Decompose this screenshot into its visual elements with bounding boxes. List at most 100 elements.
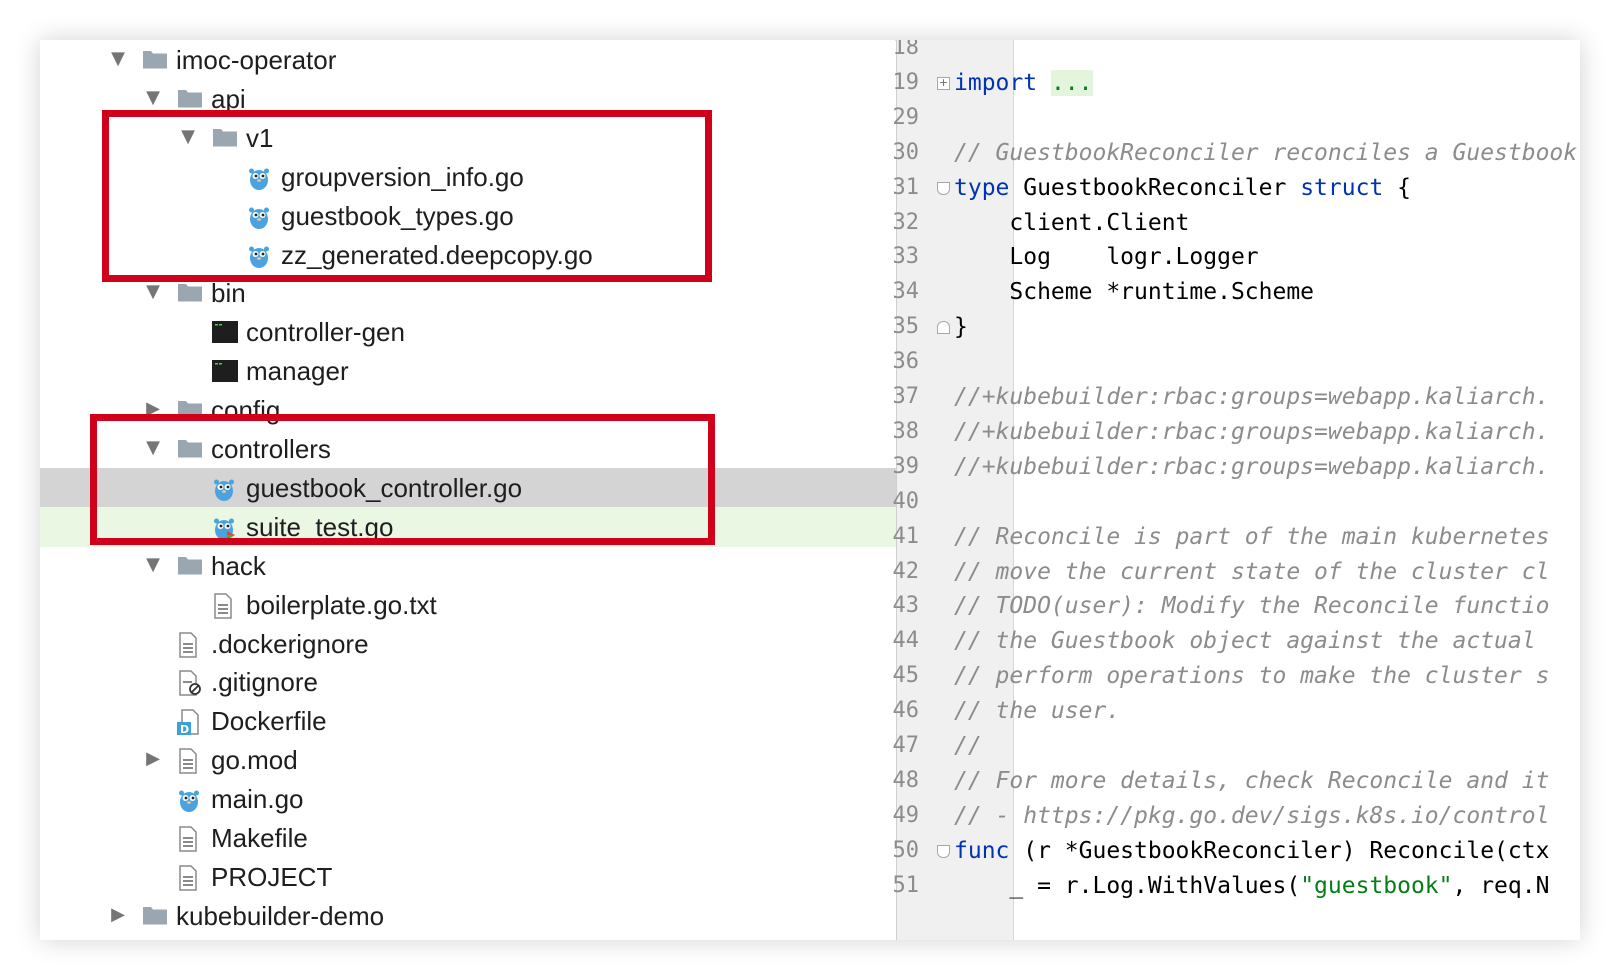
chevron-down-icon[interactable]: ▼: [143, 554, 163, 576]
fold-expand-icon[interactable]: +: [937, 76, 950, 90]
tree-item-label: kubebuilder-demo: [176, 900, 385, 931]
code-token: client.Client: [954, 209, 1190, 236]
tree-item-hack[interactable]: ▼ hack: [40, 546, 896, 586]
highlight-box-controllers: [90, 414, 715, 545]
code-token: // TODO(user): Modify the Reconcile func…: [954, 593, 1550, 620]
tree-item-label: Dockerfile: [211, 706, 327, 737]
text-file-icon: [177, 748, 203, 774]
fold-collapse-icon[interactable]: [937, 181, 950, 195]
tree-item-dockerfile[interactable]: D Dockerfile: [40, 701, 896, 741]
chevron-down-icon[interactable]: ▼: [143, 281, 163, 303]
svg-text:D: D: [180, 723, 189, 735]
code-line: // TODO(user): Modify the Reconcile func…: [954, 588, 1549, 624]
code-token: //+kubebuilder:rbac:groups=webapp.kaliar…: [954, 453, 1550, 480]
tree-item-kubebuilder-demo[interactable]: ▶ kubebuilder-demo: [40, 896, 896, 936]
tree-item-manager[interactable]: manager: [40, 351, 896, 391]
code-token: // Reconcile is part of the main kuberne…: [954, 523, 1550, 550]
code-token: struct: [1300, 174, 1384, 201]
code-token: // GuestbookReconciler reconciles a Gues…: [954, 139, 1578, 166]
code-line: // Reconcile is part of the main kuberne…: [954, 519, 1549, 555]
tree-item-go-mod[interactable]: ▶ go.mod: [40, 740, 896, 780]
text-file-icon: [177, 865, 203, 891]
text-file-icon: [177, 826, 203, 852]
code-token: import: [954, 69, 1038, 96]
tree-item-label: manager: [246, 356, 349, 387]
code-line: func (r *GuestbookReconciler) Reconcile(…: [954, 833, 1549, 869]
chevron-down-icon[interactable]: ▼: [143, 87, 163, 109]
code-token: ...: [1050, 69, 1093, 96]
tree-item-label: PROJECT: [211, 861, 333, 892]
gopher-icon: [177, 787, 203, 813]
line-number: 32: [892, 209, 920, 235]
code-line: // - https://pkg.go.dev/sigs.k8s.io/cont…: [954, 798, 1549, 834]
code-token: //+kubebuilder:rbac:groups=webapp.kaliar…: [954, 384, 1550, 410]
code-token: type: [954, 174, 1010, 201]
line-number: 39: [892, 453, 920, 479]
folder-icon: [142, 904, 168, 928]
tree-item-boilerplate-go-txt[interactable]: boilerplate.go.txt: [40, 585, 896, 625]
code-line: //: [954, 728, 982, 764]
code-token: {: [1383, 174, 1411, 201]
code-line: type GuestbookReconciler struct {: [954, 170, 1411, 206]
line-number: 43: [892, 593, 920, 619]
line-number: 29: [892, 104, 920, 130]
line-number: 30: [892, 139, 920, 165]
text-file-icon: [212, 592, 238, 619]
code-token: // - https://pkg.go.dev/sigs.k8s.io/cont…: [954, 802, 1550, 829]
ide-window: ▼ imoc-operator ▼ api ▼ v1 groupversion_info.g…: [40, 40, 1580, 940]
tree-item-label: .dockerignore: [211, 628, 369, 659]
docker-file-icon: D: [177, 709, 203, 736]
line-number: 47: [892, 733, 920, 758]
code-line: // GuestbookReconciler reconciles a Gues…: [954, 135, 1580, 171]
ignore-file-icon: [177, 670, 203, 697]
line-number: 41: [892, 523, 920, 549]
code-token: GuestbookReconciler: [1009, 174, 1301, 201]
fold-collapse-icon[interactable]: [937, 844, 950, 858]
line-number: 33: [892, 244, 920, 270]
fold-end-icon[interactable]: [937, 321, 950, 335]
line-number: 19: [892, 69, 920, 95]
tree-item-project[interactable]: PROJECT: [40, 857, 896, 897]
code-line: // perform operations to make the cluste…: [954, 658, 1549, 694]
line-number: 50: [892, 837, 920, 863]
line-number: 45: [892, 663, 920, 689]
code-token: // move the current state of the cluster…: [954, 558, 1550, 585]
code-line: }: [954, 309, 968, 345]
chevron-right-icon[interactable]: ▶: [143, 748, 163, 770]
executable-icon: [212, 320, 238, 344]
tree-item-imoc-operator[interactable]: ▼ imoc-operator: [40, 40, 896, 80]
line-number: 37: [892, 384, 920, 409]
tree-item-makefile[interactable]: Makefile: [40, 818, 896, 858]
tree-item-dockerignore[interactable]: .dockerignore: [40, 624, 896, 664]
code-token: Log logr.Logger: [954, 244, 1259, 271]
line-number: 46: [892, 698, 920, 724]
code-line: // the Guestbook object against the actu…: [954, 623, 1536, 659]
line-number: 35: [892, 314, 920, 340]
tree-item-main-go[interactable]: main.go: [40, 779, 896, 819]
code-token: }: [954, 314, 968, 341]
folder-icon: [142, 48, 168, 72]
highlight-box-api-v1: [102, 110, 712, 282]
code-token: (r *GuestbookReconciler) Reconcile(ctx: [1009, 837, 1550, 864]
line-number: 42: [892, 558, 920, 584]
chevron-down-icon[interactable]: ▼: [108, 48, 128, 70]
code-token: func: [954, 837, 1010, 864]
line-number: 40: [892, 488, 920, 514]
code-line: Scheme *runtime.Scheme: [954, 274, 1314, 310]
code-line: import ...: [954, 65, 1093, 101]
folder-icon: [177, 281, 203, 305]
tree-item-label: go.mod: [211, 745, 298, 776]
tree-item-controller-gen[interactable]: controller-gen: [40, 312, 896, 352]
code-line: // move the current state of the cluster…: [954, 554, 1549, 590]
code-token: // perform operations to make the cluste…: [954, 663, 1550, 690]
code-line: client.Client: [954, 205, 1189, 241]
chevron-right-icon[interactable]: ▶: [108, 904, 128, 926]
code-token: "guestbook": [1300, 872, 1453, 899]
code-token: _ = r.Log.WithValues(: [954, 872, 1301, 899]
tree-item-gitignore[interactable]: .gitignore: [40, 662, 896, 702]
code-line: //+kubebuilder:rbac:groups=webapp.kaliar…: [954, 414, 1549, 450]
line-number: 51: [892, 872, 920, 898]
code-line: // the user.: [954, 693, 1120, 729]
tree-item-label: main.go: [211, 784, 304, 815]
tree-item-label: imoc-operator: [176, 45, 337, 75]
